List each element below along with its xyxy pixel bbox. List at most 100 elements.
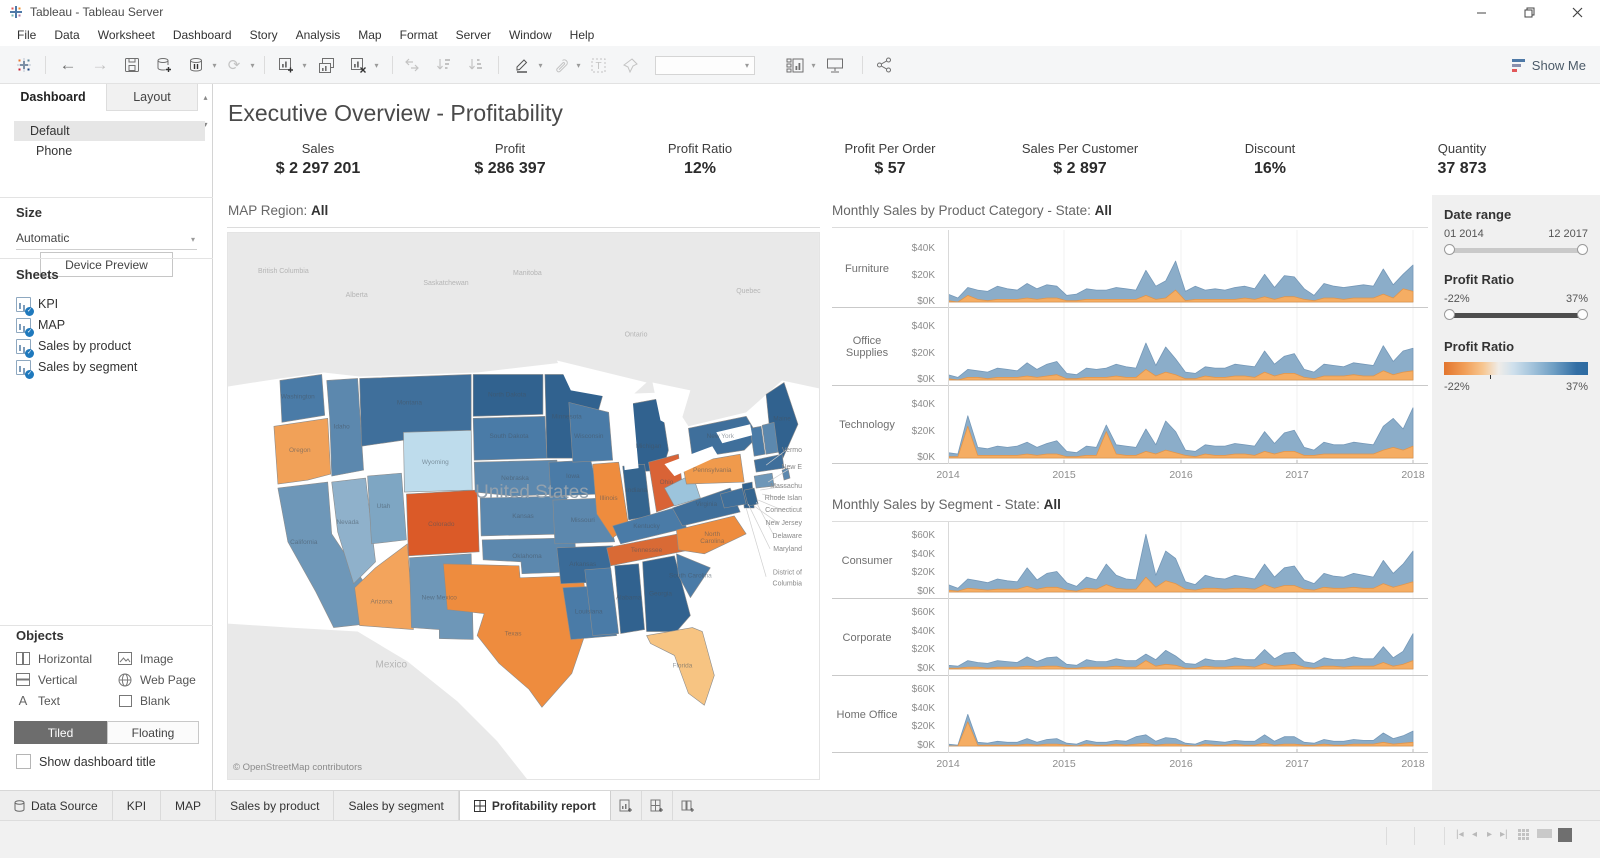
sheet-item-sales-by-segment[interactable]: Sales by segment [16, 357, 137, 377]
refresh-button[interactable]: ⟳ [222, 53, 246, 77]
clear-sheet-caret[interactable]: ▾ [370, 53, 380, 77]
new-worksheet-caret[interactable]: ▾ [298, 53, 308, 77]
tab-data-source[interactable]: Data Source [0, 791, 113, 820]
map-label: Mexico [376, 659, 408, 670]
tab-profitability-report[interactable]: Profitability report [459, 791, 611, 820]
presentation-mode-button[interactable] [823, 53, 847, 77]
device-phone[interactable]: Phone [14, 141, 205, 161]
sheet-item-sales-by-product[interactable]: Sales by product [16, 336, 131, 356]
menu-map[interactable]: Map [349, 24, 390, 46]
menu-story[interactable]: Story [241, 24, 287, 46]
clear-sheet-button[interactable] [346, 53, 370, 77]
date-range-slider[interactable] [1444, 244, 1588, 256]
object-text[interactable]: AText [16, 692, 60, 709]
row-separator [832, 675, 1428, 676]
menu-analysis[interactable]: Analysis [287, 24, 350, 46]
tab-map[interactable]: MAP [161, 791, 216, 820]
close-button[interactable] [1554, 0, 1600, 24]
product-category-chart[interactable]: 20142015201620172018Furniture$40K$20K$0K… [832, 230, 1428, 488]
object-web-page[interactable]: Web Page [118, 671, 196, 688]
first-page-icon[interactable]: |◂ [1456, 829, 1464, 840]
fix-axes-button[interactable] [618, 53, 642, 77]
menu-window[interactable]: Window [500, 24, 561, 46]
redo-button[interactable]: → [88, 53, 112, 77]
tab-layout[interactable]: Layout [106, 84, 198, 111]
product-plot[interactable] [948, 230, 1428, 464]
menu-dashboard[interactable]: Dashboard [164, 24, 241, 46]
tableau-logo-button[interactable] [12, 53, 36, 77]
sheets-header: Sheets [16, 267, 59, 282]
refresh-caret[interactable]: ▾ [246, 53, 256, 77]
pane-collapse-icon[interactable]: ▴▾ [198, 84, 213, 111]
undo-button[interactable]: ← [56, 53, 80, 77]
profit-ratio-handle-max[interactable] [1577, 309, 1588, 320]
new-worksheet-tab[interactable] [611, 791, 642, 820]
profit-ratio-color-legend[interactable] [1444, 362, 1588, 375]
fit-selector[interactable]: ▾ [655, 56, 755, 75]
highlight-caret[interactable]: ▾ [534, 53, 544, 77]
sheet-item-label: KPI [38, 297, 58, 311]
segment-chart[interactable]: 20142015201620172018Consumer$60K$40K$20K… [832, 522, 1428, 777]
previous-page-icon[interactable]: ◂ [1472, 829, 1477, 840]
segment-plot[interactable] [948, 522, 1428, 753]
tab-sales-by-segment[interactable]: Sales by segment [334, 791, 458, 820]
restore-button[interactable] [1506, 0, 1552, 24]
object-image[interactable]: Image [118, 650, 173, 667]
show-cards-button[interactable] [783, 53, 807, 77]
new-dashboard-tab[interactable] [642, 791, 673, 820]
menu-format[interactable]: Format [391, 24, 447, 46]
highlight-button[interactable] [510, 53, 534, 77]
pause-auto-updates-caret[interactable]: ▾ [208, 53, 218, 77]
format-workbook-button[interactable] [548, 53, 572, 77]
sort-ascending-button[interactable] [432, 53, 456, 77]
floating-button[interactable]: Floating [107, 721, 199, 744]
pause-auto-updates-button[interactable] [184, 53, 208, 77]
device-default[interactable]: Default [14, 121, 205, 141]
new-worksheet-button[interactable] [274, 53, 298, 77]
tab-sales-by-product[interactable]: Sales by product [216, 791, 334, 820]
new-story-tab[interactable] [673, 791, 703, 820]
next-page-icon[interactable]: ▸ [1487, 829, 1492, 840]
object-blank[interactable]: Blank [118, 692, 170, 709]
minimize-button[interactable] [1458, 0, 1504, 24]
new-data-source-button[interactable] [152, 53, 176, 77]
object-horizontal[interactable]: Horizontal [16, 650, 92, 667]
device-preview-button[interactable]: Device Preview [40, 252, 173, 277]
profit-ratio-track[interactable] [1446, 313, 1586, 318]
show-dashboard-title-row[interactable]: Show dashboard title [16, 754, 156, 769]
show-cards-caret[interactable]: ▾ [807, 53, 817, 77]
menu-data[interactable]: Data [45, 24, 88, 46]
show-me-button[interactable]: Show Me [1512, 53, 1586, 77]
date-range-track[interactable] [1446, 248, 1586, 253]
menu-server[interactable]: Server [447, 24, 500, 46]
swap-rows-columns-button[interactable] [400, 53, 424, 77]
menu-help[interactable]: Help [561, 24, 604, 46]
size-dropdown[interactable]: Automatic▾ [16, 227, 197, 250]
sheet-item-kpi[interactable]: KPI [16, 294, 58, 314]
database-icon [14, 800, 25, 812]
tab-kpi[interactable]: KPI [113, 791, 161, 820]
filmstrip-view-icon[interactable] [1537, 829, 1552, 842]
tiled-button[interactable]: Tiled [14, 721, 107, 744]
menu-worksheet[interactable]: Worksheet [89, 24, 164, 46]
last-page-icon[interactable]: ▸| [1500, 829, 1508, 840]
us-choropleth-map[interactable]: WashingtonOregonCaliforniaIdahoNevadaUta… [228, 233, 819, 779]
share-button[interactable] [872, 53, 896, 77]
save-button[interactable] [120, 53, 144, 77]
sheet-item-map[interactable]: MAP [16, 315, 65, 335]
grid-view-icon[interactable] [1518, 829, 1531, 842]
profit-ratio-slider[interactable] [1444, 309, 1588, 321]
current-view-icon[interactable] [1558, 828, 1572, 842]
format-workbook-caret[interactable]: ▾ [572, 53, 582, 77]
menu-file[interactable]: File [8, 24, 45, 46]
tab-dashboard[interactable]: Dashboard [0, 84, 106, 111]
object-vertical[interactable]: Vertical [16, 671, 77, 688]
date-range-handle-max[interactable] [1577, 244, 1588, 255]
sort-descending-button[interactable] [464, 53, 488, 77]
map-label: Alberta [346, 292, 368, 299]
show-dashboard-title-checkbox[interactable] [16, 754, 31, 769]
profit-ratio-handle-min[interactable] [1444, 309, 1455, 320]
duplicate-sheet-button[interactable] [314, 53, 338, 77]
date-range-handle-min[interactable] [1444, 244, 1455, 255]
show-mark-labels-button[interactable]: T [586, 53, 610, 77]
